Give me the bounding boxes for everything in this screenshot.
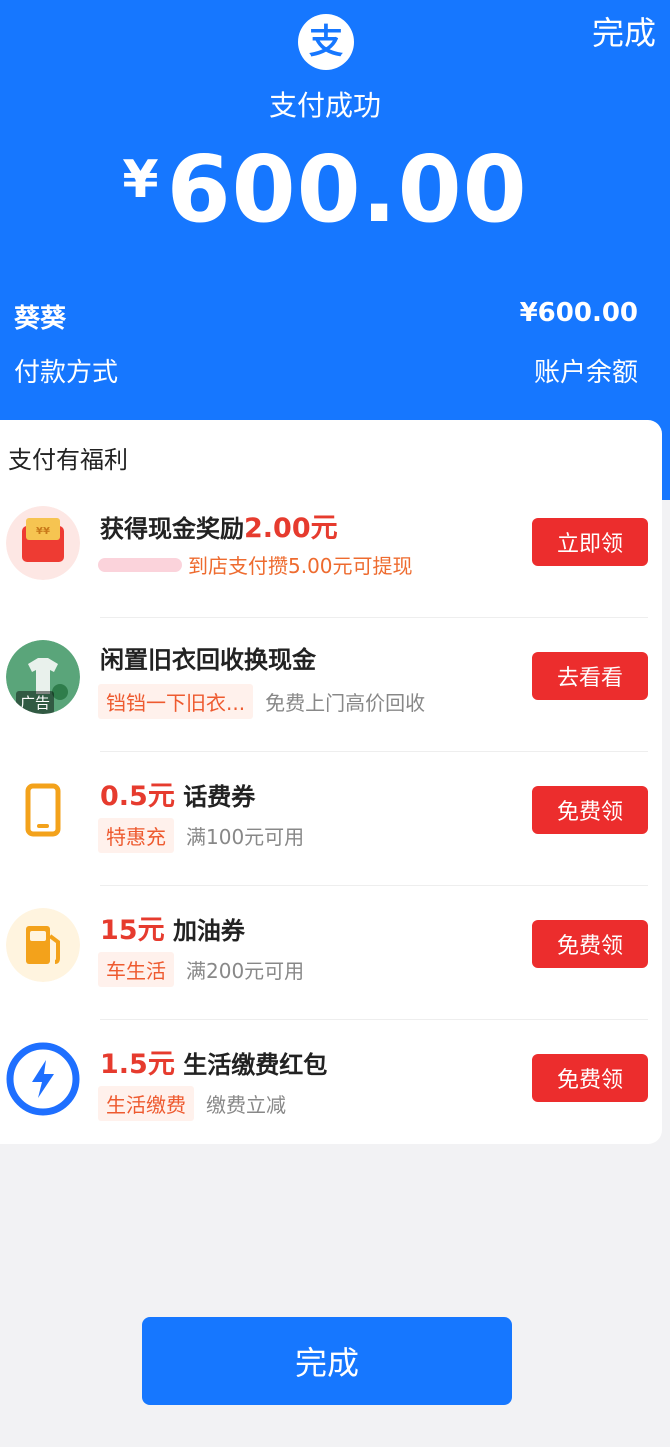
benefit-item-clothes-recycling[interactable]: 广告 闲置旧衣回收换现金 铛铛一下旧衣... 免费上门高价回收 去看看	[0, 618, 662, 752]
done-link[interactable]: 完成	[592, 8, 656, 54]
payment-method-label: 付款方式	[14, 358, 119, 388]
benefit-subtitle: 铛铛一下旧衣... 免费上门高价回收	[98, 684, 425, 719]
view-button[interactable]: 去看看	[532, 652, 648, 700]
payment-amount: ¥600.00	[0, 136, 650, 243]
benefit-title: 1.5元 生活缴费红包	[100, 1049, 328, 1080]
payment-method-value: 账户余额	[533, 358, 638, 388]
benefits-card: 支付有福利 ¥¥ 获得现金奖励2.00元 到店支付攒5.00元可提现 立即领 广…	[0, 420, 662, 1144]
clothes-recycling-icon: 广告	[6, 640, 80, 714]
lightning-icon	[6, 1042, 80, 1116]
currency-symbol: ¥	[122, 150, 159, 210]
benefit-item-cash-reward[interactable]: ¥¥ 获得现金奖励2.00元 到店支付攒5.00元可提现 立即领	[0, 484, 662, 618]
done-button[interactable]: 完成	[142, 1317, 512, 1405]
phone-icon	[6, 774, 80, 848]
payment-method-row: 付款方式 账户余额	[14, 352, 638, 389]
payee-amount: ¥600.00	[519, 298, 638, 328]
benefit-title: 获得现金奖励2.00元	[100, 513, 338, 544]
red-envelope-icon: ¥¥	[6, 506, 80, 580]
svg-text:¥¥: ¥¥	[36, 526, 50, 537]
benefit-title: 0.5元 话费券	[100, 781, 256, 812]
benefit-title: 15元 加油券	[100, 915, 245, 946]
benefit-title: 闲置旧衣回收换现金	[100, 646, 316, 674]
benefits-title: 支付有福利	[8, 446, 128, 474]
logo-char: 支	[309, 22, 343, 62]
benefit-subtitle: 生活缴费 缴费立减	[98, 1086, 286, 1121]
alipay-logo-icon: 支	[298, 14, 354, 70]
benefit-subtitle: 特惠充 满100元可用	[98, 818, 304, 853]
ad-badge: 广告	[16, 691, 55, 714]
free-claim-button[interactable]: 免费领	[532, 1054, 648, 1102]
payment-status: 支付成功	[268, 89, 381, 122]
benefit-subtitle: 到店支付攒5.00元可提现	[98, 550, 413, 579]
fuel-pump-icon	[6, 908, 80, 982]
amount-value: 600.00	[166, 136, 528, 243]
payee-row: 葵葵 ¥600.00	[14, 298, 638, 335]
claim-button[interactable]: 立即领	[532, 518, 648, 566]
benefit-item-fuel-coupon[interactable]: 15元 加油券 车生活 满200元可用 免费领	[0, 886, 662, 1020]
benefit-item-utility-red-packet[interactable]: 1.5元 生活缴费红包 生活缴费 缴费立减 免费领	[0, 1020, 662, 1144]
free-claim-button[interactable]: 免费领	[532, 920, 648, 968]
free-claim-button[interactable]: 免费领	[532, 786, 648, 834]
benefit-subtitle: 车生活 满200元可用	[98, 952, 304, 987]
benefit-item-phone-coupon[interactable]: 0.5元 话费券 特惠充 满100元可用 免费领	[0, 752, 662, 886]
payee-name: 葵葵	[14, 304, 67, 334]
